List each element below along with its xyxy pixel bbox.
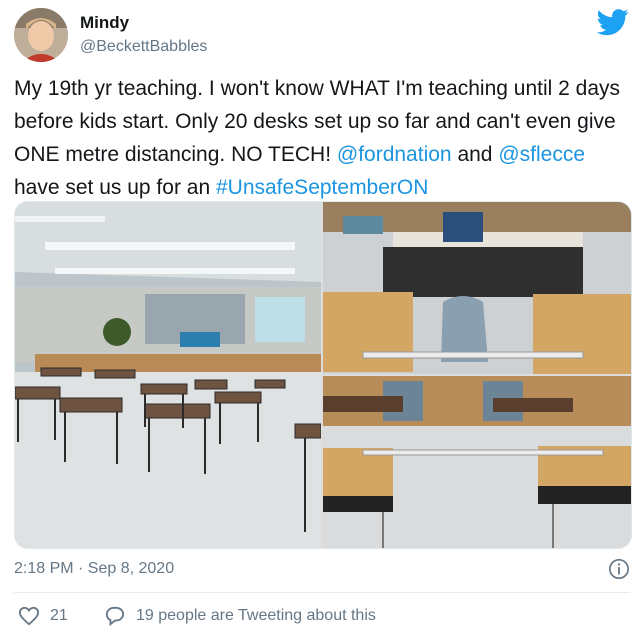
reply-bubble-icon bbox=[105, 606, 125, 626]
reply-activity-text: 19 people are Tweeting about this bbox=[136, 607, 376, 624]
twitter-bird-icon[interactable] bbox=[597, 6, 629, 38]
like-button[interactable]: 21 bbox=[18, 606, 68, 626]
avatar-image bbox=[14, 8, 68, 62]
mention-sflecce[interactable]: @sflecce bbox=[498, 143, 585, 166]
divider bbox=[14, 592, 630, 593]
author-block: Mindy @BeckettBabbles bbox=[80, 12, 207, 58]
tweet-text: My 19th yr teaching. I won't know WHAT I… bbox=[14, 72, 630, 204]
photo-classroom-wide[interactable] bbox=[15, 202, 321, 548]
handle[interactable]: @BeckettBabbles bbox=[80, 36, 207, 58]
hashtag-unsafeseptemberon[interactable]: #UnsafeSeptemberON bbox=[216, 176, 428, 199]
display-name[interactable]: Mindy bbox=[80, 12, 207, 34]
photo-desks-top[interactable] bbox=[323, 202, 631, 374]
tweet-timestamp[interactable]: 2:18 PM · Sep 8, 2020 bbox=[14, 560, 174, 578]
reply-activity-link[interactable]: 19 people are Tweeting about this bbox=[104, 606, 376, 626]
media-grid bbox=[14, 201, 632, 549]
heart-icon bbox=[18, 606, 40, 626]
photo-desks-bottom[interactable] bbox=[323, 376, 631, 548]
info-icon[interactable] bbox=[608, 558, 630, 580]
like-count: 21 bbox=[50, 607, 68, 624]
tweet-text-connector: and bbox=[451, 143, 499, 166]
avatar[interactable] bbox=[14, 8, 68, 62]
mention-fordnation[interactable]: @fordnation bbox=[337, 143, 452, 166]
tweet-text-connector-2: have set us up for an bbox=[14, 176, 216, 199]
